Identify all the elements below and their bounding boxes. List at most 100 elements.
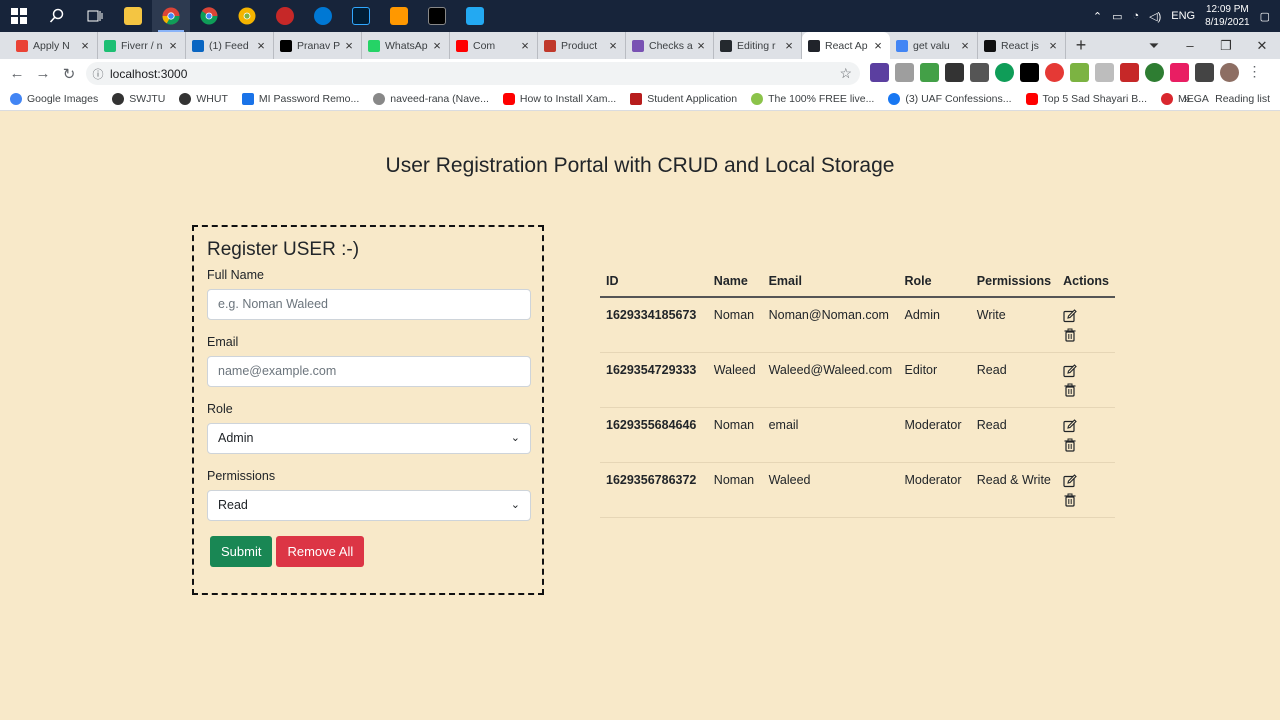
close-tab-icon[interactable]: × — [695, 38, 707, 53]
close-tab-icon[interactable]: × — [431, 38, 443, 53]
remove-all-button[interactable]: Remove All — [276, 536, 365, 567]
delete-icon[interactable] — [1063, 438, 1077, 452]
delete-icon[interactable] — [1063, 493, 1077, 507]
more-bookmarks-icon[interactable]: » — [1183, 92, 1190, 106]
skype-icon[interactable] — [304, 0, 342, 32]
permissions-select[interactable]: Read ⌄ — [207, 490, 531, 521]
vscode-icon[interactable] — [456, 0, 494, 32]
search-icon[interactable] — [38, 0, 76, 32]
bookmark-whut[interactable]: WHUT — [179, 93, 228, 105]
clock[interactable]: 12:09 PM 8/19/2021 — [1205, 3, 1250, 29]
chrome-icon[interactable] — [152, 0, 190, 32]
extension-icon[interactable] — [870, 63, 889, 82]
volume-icon[interactable]: ◁) — [1149, 10, 1161, 23]
delete-icon[interactable] — [1063, 328, 1077, 342]
bookmark-star-icon[interactable]: ☆ — [839, 65, 852, 82]
edit-icon[interactable] — [1063, 363, 1077, 378]
tab-checks[interactable]: Checks a × — [626, 32, 714, 59]
wifi-icon[interactable]: ◔ — [1132, 10, 1139, 22]
minimize-icon[interactable]: – — [1172, 38, 1208, 53]
edit-icon[interactable] — [1063, 308, 1077, 323]
battery-icon[interactable]: ▭ — [1112, 10, 1122, 23]
close-tab-icon[interactable]: × — [79, 38, 91, 53]
maximize-icon[interactable]: ❐ — [1208, 38, 1244, 54]
close-tab-icon[interactable]: × — [607, 38, 619, 53]
form-heading: Register USER :-) — [207, 239, 360, 260]
extension-icon[interactable] — [1170, 63, 1189, 82]
chrome-profile-icon[interactable] — [190, 0, 228, 32]
terminal-icon[interactable] — [418, 0, 456, 32]
close-tab-icon[interactable]: × — [519, 38, 531, 53]
extension-icon[interactable] — [970, 63, 989, 82]
extension-icon[interactable] — [995, 63, 1014, 82]
reading-list[interactable]: Reading list — [1215, 93, 1270, 105]
tab-react-app[interactable]: React Ap × — [802, 32, 890, 59]
tab-apply[interactable]: Apply N × — [10, 32, 98, 59]
tab-search-icon[interactable]: ⏷ — [1136, 38, 1172, 54]
tab-pranav[interactable]: Pranav P × — [274, 32, 362, 59]
new-tab-icon[interactable]: + — [1066, 32, 1096, 59]
extension-icon[interactable] — [945, 63, 964, 82]
email-input[interactable]: name@example.com — [207, 356, 531, 387]
bookmark-github[interactable]: naveed-rana (Nave... — [373, 93, 489, 105]
close-tab-icon[interactable]: × — [959, 38, 971, 53]
chrome-canary-icon[interactable] — [228, 0, 266, 32]
edit-icon[interactable] — [1063, 473, 1077, 488]
chevron-up-icon[interactable]: ⌃ — [1093, 10, 1102, 23]
camera-extension-icon[interactable] — [895, 63, 914, 82]
extension-icon[interactable] — [1120, 63, 1139, 82]
bookmark-youtube-xampp[interactable]: How to Install Xam... — [502, 93, 616, 105]
tab-editing[interactable]: Editing r × — [714, 32, 802, 59]
bookmark-free-live[interactable]: The 100% FREE live... — [751, 93, 874, 105]
tab-linkedin[interactable]: (1) Feed × — [186, 32, 274, 59]
edit-icon[interactable] — [1063, 418, 1077, 433]
site-info-icon[interactable]: ⓘ — [86, 66, 110, 82]
notification-icon[interactable]: ▢ — [1260, 10, 1270, 23]
language-indicator[interactable]: ENG — [1171, 10, 1195, 22]
task-view-icon[interactable] — [76, 0, 114, 32]
tab-youtube[interactable]: Com × — [450, 32, 538, 59]
url-text[interactable]: localhost:3000 — [110, 67, 187, 81]
close-tab-icon[interactable]: × — [1047, 38, 1059, 53]
mail-extension-icon[interactable] — [1095, 63, 1114, 82]
extension-icon[interactable] — [1070, 63, 1089, 82]
menu-dots-icon[interactable]: ⋮ — [1245, 63, 1264, 82]
address-bar[interactable]: ⓘ localhost:3000 ☆ — [86, 62, 860, 85]
tab-product[interactable]: Product × — [538, 32, 626, 59]
mega-icon — [1161, 93, 1174, 105]
photoshop-icon[interactable] — [342, 0, 380, 32]
extension-icon[interactable] — [1020, 63, 1039, 82]
forward-icon[interactable]: → — [30, 65, 56, 82]
windows-start-icon[interactable] — [0, 0, 38, 32]
close-tab-icon[interactable]: × — [167, 38, 179, 53]
close-window-icon[interactable]: ✕ — [1244, 38, 1280, 54]
tab-whatsapp[interactable]: WhatsAp × — [362, 32, 450, 59]
extension-icon[interactable] — [920, 63, 939, 82]
role-select[interactable]: Admin ⌄ — [207, 423, 531, 454]
bookmark-sad-shayari[interactable]: Top 5 Sad Shayari B... — [1025, 93, 1147, 105]
close-tab-icon[interactable]: × — [783, 38, 795, 53]
fullname-input[interactable]: e.g. Noman Waleed — [207, 289, 531, 320]
extension-icon[interactable] — [1145, 63, 1164, 82]
file-explorer-icon[interactable] — [114, 0, 152, 32]
delete-icon[interactable] — [1063, 383, 1077, 397]
profile-avatar[interactable] — [1220, 63, 1239, 82]
bookmark-mi-password[interactable]: MI Password Remo... — [241, 93, 359, 105]
bookmark-student-application[interactable]: Student Application — [630, 93, 737, 105]
bookmark-google-images[interactable]: Google Images — [10, 93, 98, 105]
submit-button[interactable]: Submit — [210, 536, 273, 567]
bookmark-swjtu[interactable]: SWJTU — [112, 93, 165, 105]
sublime-text-icon[interactable] — [380, 0, 418, 32]
close-tab-icon[interactable]: × — [343, 38, 355, 53]
tab-get-value[interactable]: get valu × — [890, 32, 978, 59]
adblock-icon[interactable] — [1045, 63, 1064, 82]
reload-icon[interactable]: ↻ — [56, 65, 82, 83]
close-tab-icon[interactable]: × — [255, 38, 267, 53]
puzzle-icon[interactable] — [1195, 63, 1214, 82]
back-icon[interactable]: ← — [4, 65, 30, 82]
bookmark-uaf-confessions[interactable]: (3) UAF Confessions... — [888, 93, 1012, 105]
tab-react-js[interactable]: React js × — [978, 32, 1066, 59]
app-red-icon[interactable] — [266, 0, 304, 32]
tab-fiverr[interactable]: Fiverr / n × — [98, 32, 186, 59]
close-tab-icon[interactable]: × — [872, 38, 884, 53]
